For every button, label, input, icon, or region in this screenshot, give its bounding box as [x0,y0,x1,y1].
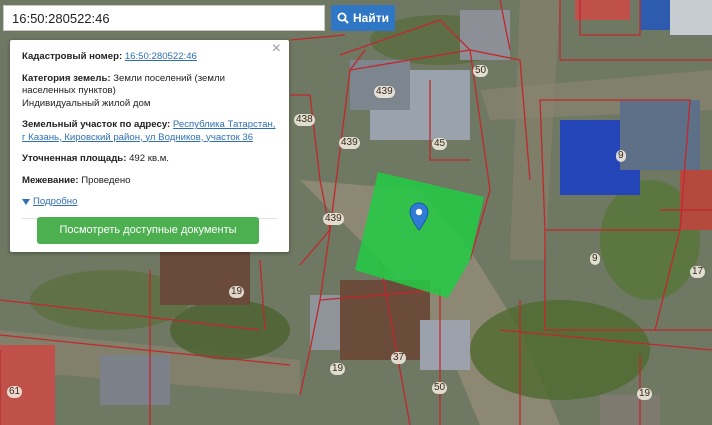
survey-value: Проведено [81,174,131,186]
caret-down-icon [22,199,30,206]
land-category-row: Категория земель: Земли поселений (земли… [22,73,277,111]
plot-number: 439 [323,213,344,225]
address-label: Земельный участок по адресу: [22,119,171,130]
close-icon[interactable]: × [272,41,281,56]
cadastral-number-row: Кадастровый номер: 16:50:280522:46 [22,51,277,64]
land-category-label: Категория земель: [22,72,111,84]
address-row: Земельный участок по адресу: Республика … [22,119,277,144]
survey-label: Межевание: [22,174,79,186]
plot-number: 9 [616,150,626,162]
plot-number: 439 [374,86,395,98]
plot-number: 50 [473,65,489,77]
plot-number: 17 [690,266,706,278]
plot-number: 9 [590,253,600,265]
view-documents-button[interactable]: Посмотреть доступные документы [37,217,259,244]
search-button[interactable]: Найти [331,5,395,31]
parcel-info-popup: × Кадастровый номер: 16:50:280522:46 Кат… [10,40,289,252]
plot-number: 45 [432,138,448,150]
plot-number: 19 [637,388,653,400]
plot-number: 438 [294,114,315,126]
cadastral-number-label: Кадастровый номер: [22,51,123,62]
area-row: Уточненная площадь: 492 кв.м. [22,153,277,166]
plot-number: 50 [432,382,448,394]
area-value: 492 кв.м. [129,153,169,164]
plot-number: 19 [330,363,346,375]
details-toggle[interactable]: Подробно [22,196,277,209]
plot-number: 37 [391,352,407,364]
plot-number: 439 [339,137,360,149]
details-label: Подробно [33,196,78,207]
area-label: Уточненная площадь: [22,153,127,164]
search-button-label: Найти [353,11,389,25]
cadastral-number-link[interactable]: 16:50:280522:46 [125,51,197,62]
plot-number: 19 [229,286,245,298]
survey-row: Межевание: Проведено [22,175,277,188]
cadastral-search-input[interactable] [3,5,325,31]
search-icon [337,12,349,24]
plot-number: 61 [7,386,23,398]
permitted-use-value: Индивидуальный жилой дом [22,97,151,109]
